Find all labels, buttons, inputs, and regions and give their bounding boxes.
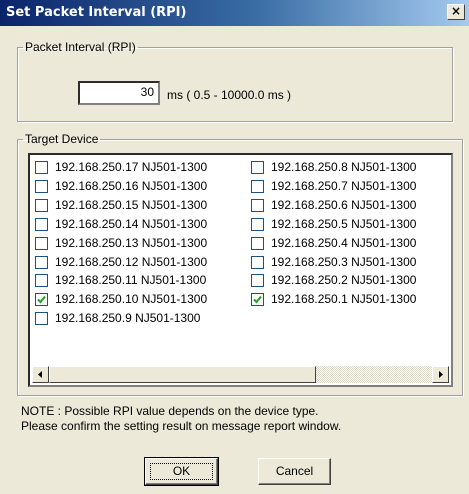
device-label: 192.168.250.17 NJ501-1300 <box>55 160 208 174</box>
rpi-value-input[interactable]: 30 <box>78 81 160 105</box>
checkmark-icon <box>253 296 262 304</box>
scroll-thumb[interactable] <box>49 366 316 383</box>
device-checkbox[interactable] <box>35 312 48 326</box>
device-label: 192.168.250.8 NJ501-1300 <box>271 160 417 174</box>
device-checkbox[interactable] <box>35 293 48 307</box>
device-label: 192.168.250.7 NJ501-1300 <box>271 178 417 193</box>
device-checkbox[interactable] <box>35 236 48 250</box>
device-label: 192.168.250.11 NJ501-1300 <box>55 273 207 288</box>
device-label: 192.168.250.4 NJ501-1300 <box>271 235 417 250</box>
device-label: 192.168.250.2 NJ501-1300 <box>271 273 417 288</box>
device-checkbox[interactable] <box>35 274 48 288</box>
target-device-list[interactable]: 192.168.250.17 NJ501-1300 192.168.250.16 … <box>28 153 453 387</box>
device-checkbox[interactable] <box>251 293 264 307</box>
device-checkbox[interactable] <box>251 236 264 250</box>
cancel-button[interactable]: Cancel <box>258 458 331 485</box>
arrow-left-icon <box>38 371 42 378</box>
device-checkbox[interactable] <box>35 161 48 174</box>
arrow-right-icon <box>439 371 443 378</box>
device-label: 192.168.250.15 NJ501-1300 <box>55 197 208 212</box>
device-checkbox[interactable] <box>35 255 48 269</box>
rpi-range-label: ms ( 0.5 - 10000.0 ms ) <box>167 88 292 102</box>
device-checkbox[interactable] <box>251 198 264 212</box>
device-label: 192.168.250.12 NJ501-1300 <box>55 254 208 269</box>
device-label: 192.168.250.14 NJ501-1300 <box>55 216 208 231</box>
checkmark-icon <box>37 296 46 304</box>
device-checkbox[interactable] <box>251 179 264 193</box>
scroll-right-button[interactable] <box>432 366 449 383</box>
ok-button[interactable]: OK <box>144 457 219 486</box>
horizontal-scrollbar[interactable] <box>32 366 449 383</box>
device-label: 192.168.250.3 NJ501-1300 <box>271 254 417 269</box>
scroll-left-button[interactable] <box>32 366 49 383</box>
device-checkbox[interactable] <box>35 217 48 231</box>
target-device-legend: Target Device <box>25 132 99 146</box>
device-label: 192.168.250.5 NJ501-1300 <box>271 216 417 231</box>
dialog-title: Set Packet Interval (RPI) <box>6 5 187 20</box>
close-button[interactable]: × <box>447 4 465 20</box>
device-label: 192.168.250.9 NJ501-1300 <box>55 311 201 326</box>
title-bar: Set Packet Interval (RPI) × <box>0 0 469 26</box>
device-checkbox[interactable] <box>251 274 264 288</box>
device-checkbox[interactable] <box>251 217 264 231</box>
note-line-1: NOTE : Possible RPI value depends on the… <box>21 404 319 418</box>
device-label: 192.168.250.1 NJ501-1300 <box>271 292 417 307</box>
device-label: 192.168.250.16 NJ501-1300 <box>55 178 208 193</box>
device-checkbox[interactable] <box>35 198 48 212</box>
device-checkbox[interactable] <box>251 161 264 174</box>
packet-interval-legend: Packet Interval (RPI) <box>25 40 136 54</box>
device-checkbox[interactable] <box>251 255 264 269</box>
device-checkbox[interactable] <box>35 179 48 193</box>
device-label: 192.168.250.13 NJ501-1300 <box>55 235 208 250</box>
device-label: 192.168.250.6 NJ501-1300 <box>271 197 417 212</box>
cancel-button-label: Cancel <box>275 464 314 478</box>
device-label: 192.168.250.10 NJ501-1300 <box>55 292 208 307</box>
note-line-2: Please confirm the setting result on mes… <box>21 419 342 433</box>
